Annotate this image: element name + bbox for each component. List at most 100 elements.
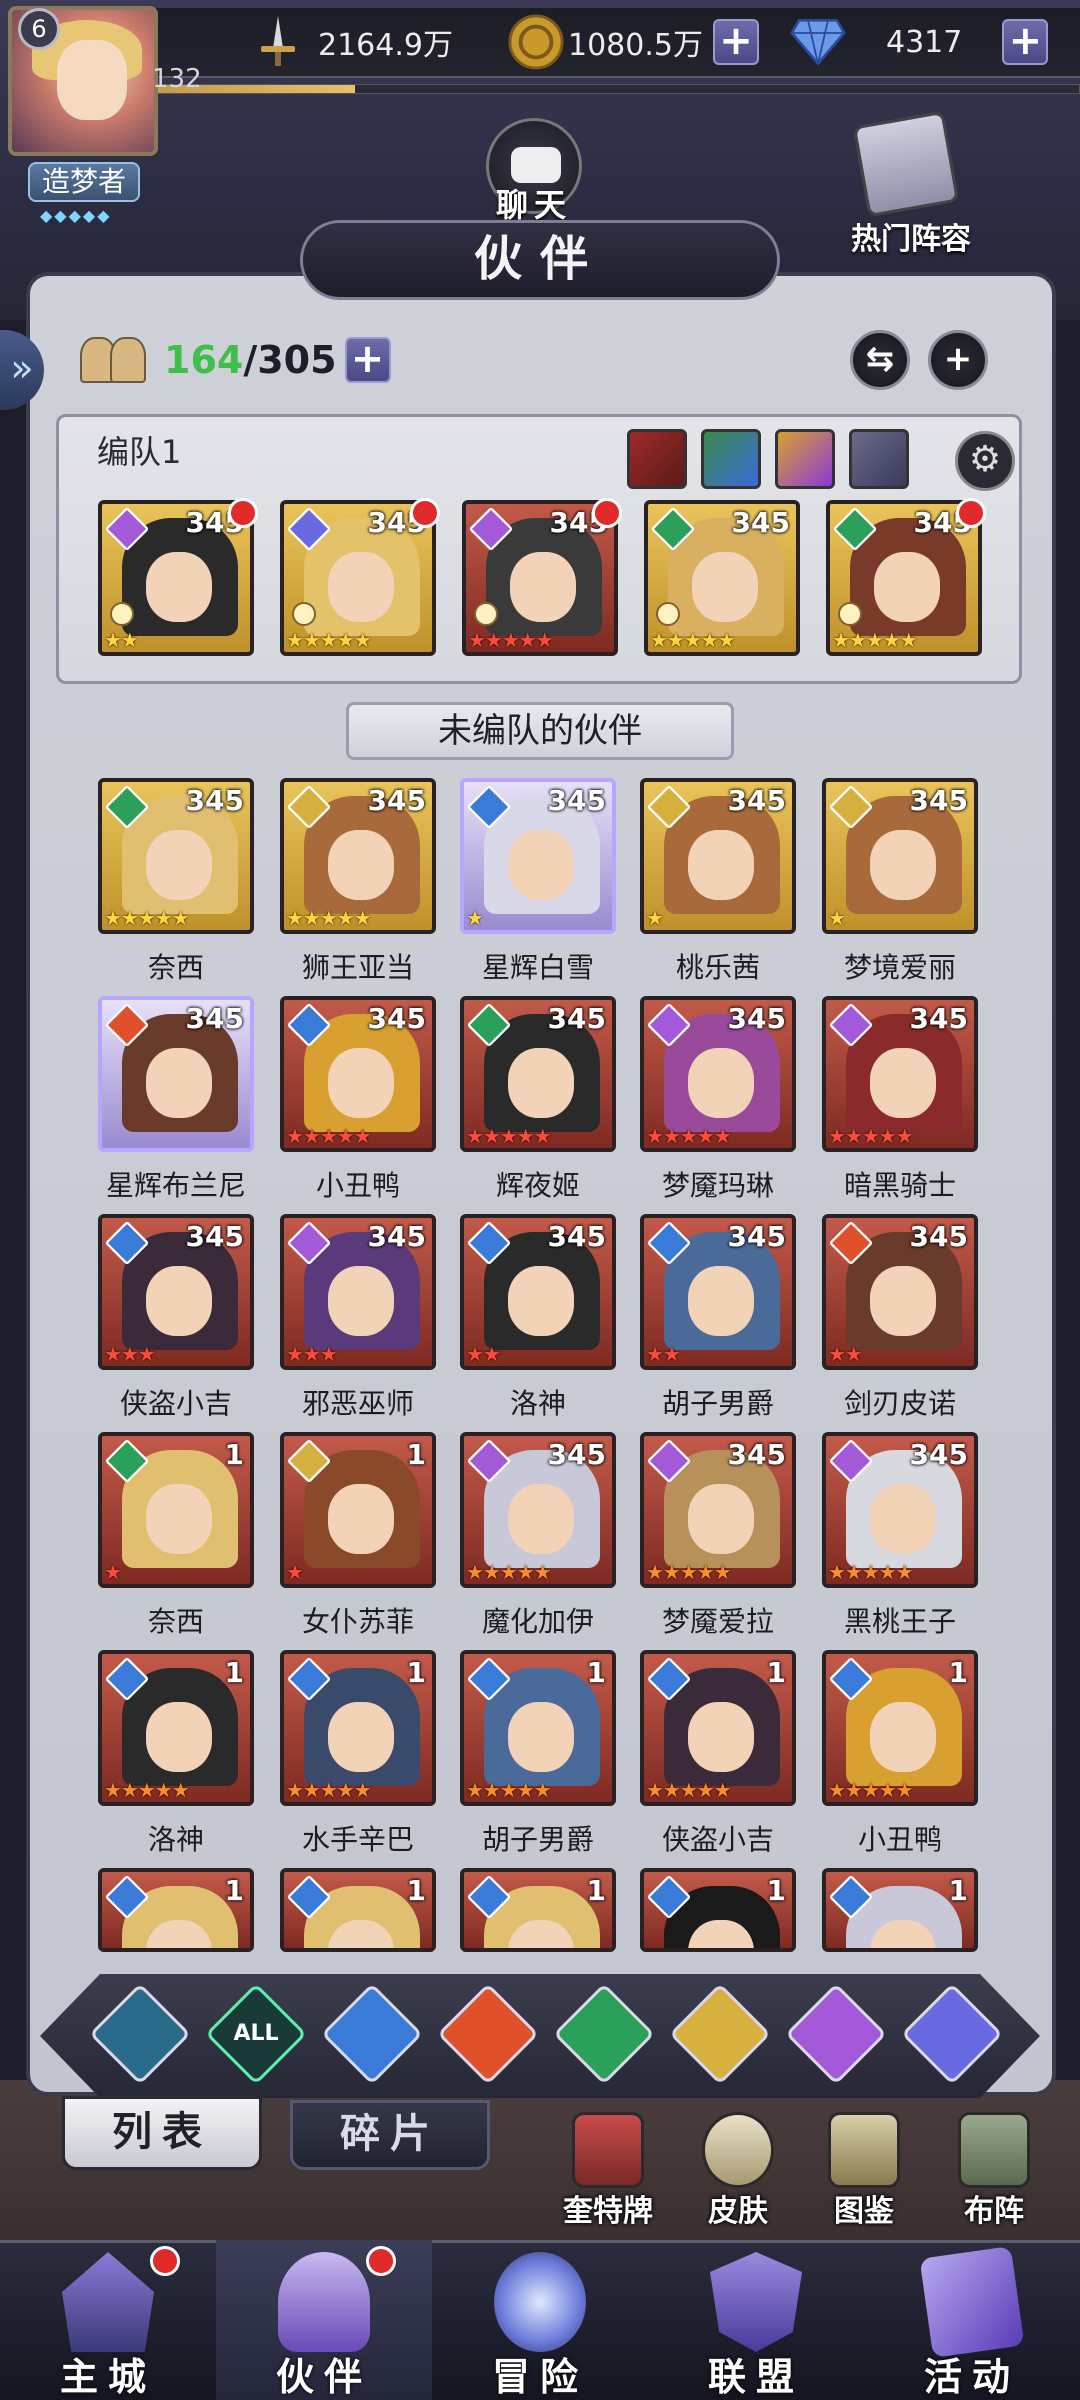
hero-card[interactable]: 1 ★★★★★ [280, 1650, 436, 1806]
hero-face [328, 1484, 394, 1554]
hero-name: 梦魇玛琳 [661, 1169, 774, 1202]
hero-level: 345 [547, 1002, 606, 1035]
hero-card[interactable]: 1 [640, 1868, 796, 1952]
synergy-icon-4[interactable] [849, 429, 909, 489]
team-member-card[interactable]: 345 ★★★★★ [462, 500, 618, 656]
lock-icon [474, 602, 498, 626]
hero-level: 345 [185, 784, 244, 817]
nav-events[interactable]: 活动 [864, 2240, 1080, 2400]
hero-stars: ★ [646, 906, 664, 930]
hero-face [870, 830, 936, 900]
hero-face [508, 830, 574, 900]
filter-label [339, 2001, 405, 2067]
team-member-card[interactable]: 345 ★★★★★ [826, 500, 982, 656]
hero-level: 1 [406, 1874, 426, 1907]
filter-label [107, 2001, 173, 2067]
hero-level: 1 [224, 1438, 244, 1471]
hero-card[interactable]: 1 [822, 1868, 978, 1952]
nav-alliance-label: 联盟 [707, 2355, 804, 2399]
hero-stars: ★★★★★ [286, 1124, 372, 1148]
hero-card[interactable]: 1 [98, 1868, 254, 1952]
hero-face [688, 830, 754, 900]
team-settings-gear-icon[interactable]: ⚙ [955, 431, 1015, 491]
hero-card[interactable]: 345 ★★★★★ [640, 996, 796, 1152]
tab-list[interactable]: 列表 [62, 2096, 262, 2170]
player-exp-level: 132 [152, 64, 202, 94]
hero-level: 345 [909, 1220, 968, 1253]
hero-level: 1 [766, 1874, 786, 1907]
hero-name: 侠盗小吉 [119, 1387, 232, 1420]
team-member-card[interactable]: 345 ★★★★★ [644, 500, 800, 656]
card-deck-button[interactable]: 奎特牌 [558, 2112, 658, 2229]
nav-adventure[interactable]: 冒险 [432, 2240, 648, 2400]
synergy-icon-3[interactable] [775, 429, 835, 489]
hero-card[interactable]: 1 [460, 1868, 616, 1952]
hero-name: 侠盗小吉 [661, 1823, 774, 1856]
filter-label [919, 2001, 985, 2067]
hero-card[interactable]: 345 ★ [640, 778, 796, 934]
hero-card[interactable]: 345 ★★ [822, 1214, 978, 1370]
title-stars: ◆◆◆◆◆ [40, 206, 112, 225]
nav-alliance[interactable]: 联盟 [648, 2240, 864, 2400]
hero-card[interactable]: 345 ★★★ [280, 1214, 436, 1370]
hero-card[interactable]: 1 [280, 1868, 436, 1952]
shield-icon [710, 2252, 802, 2352]
hero-stars: ★★★★★ [286, 628, 372, 652]
synergy-icon-2[interactable] [701, 429, 761, 489]
hero-face [688, 1048, 754, 1118]
hero-card[interactable]: 345 [98, 996, 254, 1152]
add-gold-button[interactable]: + [712, 19, 759, 65]
hero-card[interactable]: 345 ★★★★★ [640, 1432, 796, 1588]
hero-card[interactable]: 345 ★★★★★ [460, 996, 616, 1152]
hero-name: 桃乐茜 [675, 951, 760, 984]
hero-card[interactable]: 345 ★ [460, 778, 616, 934]
hero-card[interactable]: 1 ★ [280, 1432, 436, 1588]
formation-button[interactable]: 布阵 [944, 2112, 1044, 2229]
tab-fragments[interactable]: 碎片 [290, 2100, 490, 2170]
nav-main-city[interactable]: 主城 [0, 2240, 216, 2400]
codex-icon [828, 2112, 900, 2188]
hero-card[interactable]: 345 ★★★★★ [822, 996, 978, 1152]
add-hero-slot-button[interactable]: + [344, 337, 391, 383]
hero-card[interactable]: 1 ★★★★★ [460, 1650, 616, 1806]
hero-face [146, 1702, 212, 1772]
hero-card[interactable]: 345 ★★★★★ [280, 996, 436, 1152]
hero-face [328, 830, 394, 900]
synergy-icon-1[interactable] [627, 429, 687, 489]
codex-button[interactable]: 图鉴 [814, 2112, 914, 2229]
skin-label: 皮肤 [708, 2194, 768, 2229]
hero-stars: ★★★★★ [104, 1778, 190, 1802]
hero-card[interactable]: 345 ★★ [640, 1214, 796, 1370]
team-member-notification [592, 498, 622, 528]
hero-level: 345 [547, 1438, 606, 1471]
gold-coin-icon [508, 14, 564, 70]
hero-card[interactable]: 345 ★★★ [98, 1214, 254, 1370]
hero-face [874, 552, 940, 622]
team-member-card[interactable]: 345 ★★ [98, 500, 254, 656]
hot-lineup-button[interactable] [852, 110, 960, 218]
nav-partners[interactable]: 伙伴 [216, 2240, 432, 2400]
add-gem-button[interactable]: + [1002, 19, 1049, 65]
hero-card[interactable]: 345 ★★ [460, 1214, 616, 1370]
hero-card[interactable]: 345 ★ [822, 778, 978, 934]
hero-stars: ★ [104, 1560, 122, 1584]
swap-button[interactable]: ⇆ [850, 330, 910, 390]
add-button[interactable]: + [928, 330, 988, 390]
hero-card[interactable]: 345 ★★★★★ [280, 778, 436, 934]
player-title[interactable]: 造梦者 [28, 162, 140, 202]
card-deck-icon [572, 2112, 644, 2188]
hero-stars: ★★★★★ [646, 1124, 732, 1148]
hero-card[interactable]: 345 ★★★★★ [98, 778, 254, 934]
skin-button[interactable]: 皮肤 [688, 2112, 788, 2229]
hero-card[interactable]: 1 ★★★★★ [822, 1650, 978, 1806]
hero-name: 女仆苏菲 [301, 1605, 414, 1638]
hero-card[interactable]: 345 ★★★★★ [460, 1432, 616, 1588]
gold-resource: 1080.5万 + [508, 10, 759, 74]
hero-card[interactable]: 1 ★ [98, 1432, 254, 1588]
hero-card[interactable]: 345 ★★★★★ [822, 1432, 978, 1588]
hero-card[interactable]: 1 ★★★★★ [98, 1650, 254, 1806]
hero-card[interactable]: 1 ★★★★★ [640, 1650, 796, 1806]
team-label[interactable]: 编队1 [97, 427, 181, 473]
team-member-card[interactable]: 345 ★★★★★ [280, 500, 436, 656]
castle-icon [62, 2252, 154, 2352]
